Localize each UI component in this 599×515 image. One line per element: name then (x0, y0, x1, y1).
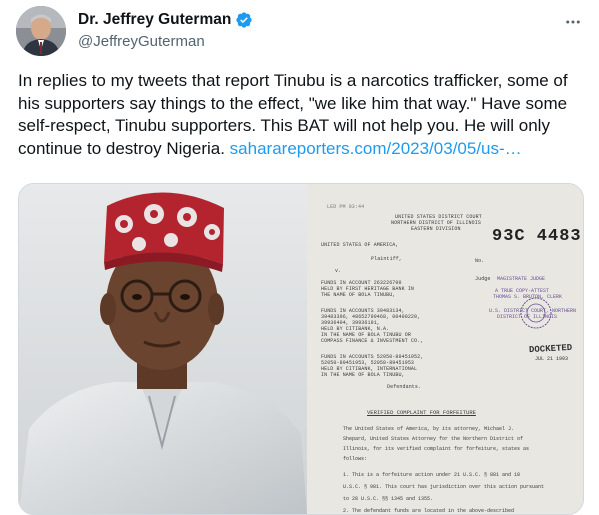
tweet-media[interactable]: LED PM 03:44 UNITED STATES DISTRICT COUR… (18, 183, 584, 515)
tweet-link[interactable]: saharareporters.com/2023/03/05/us-… (230, 139, 522, 158)
doc-no-label: No. (475, 258, 485, 264)
portrait-photo (19, 184, 307, 514)
docketed-stamp: DOCKETED (528, 342, 573, 356)
court-document[interactable]: LED PM 03:44 UNITED STATES DISTRICT COUR… (307, 184, 583, 514)
body-line-6: U.S.C. § 981. This court has jurisdictio… (343, 484, 545, 490)
verified-badge-icon[interactable] (235, 11, 253, 29)
author-handle[interactable]: @JeffreyGuterman (78, 33, 539, 50)
tweet-header: Dr. Jeffrey Guterman @JeffreyGuterman (78, 10, 539, 50)
name-row: Dr. Jeffrey Guterman (78, 10, 539, 30)
more-options-icon (566, 20, 580, 24)
doc-defendants: Defendants. (387, 384, 422, 390)
body-line-1: The United States of America, by its att… (343, 426, 515, 432)
doc-versus: v. (335, 268, 342, 274)
doc-judge-label: Judge (475, 276, 491, 282)
body-line-7: to 28 U.S.C. §§ 1345 and 1355. (343, 496, 434, 502)
author-avatar[interactable] (16, 6, 66, 56)
avatar-portrait (16, 6, 66, 56)
body-line-4: follows: (343, 456, 368, 462)
funds-2-line-6: COMPASS FINANCE & INVESTMENT CO., (321, 338, 424, 344)
author-display-name[interactable]: Dr. Jeffrey Guterman (78, 11, 231, 29)
funds-1-line-3: THE NAME OF BOLA TINUBU, (321, 292, 396, 298)
complaint-title: VERIFIED COMPLAINT FOR FORFEITURE (367, 409, 476, 416)
funds-3-line-4: IN THE NAME OF BOLA TINUBU, (321, 372, 405, 378)
body-line-5: 1. This is a forfeiture action under 21 … (343, 472, 521, 478)
tweet-body: In replies to my tweets that report Tinu… (18, 70, 584, 160)
more-options-button[interactable] (563, 12, 583, 32)
case-number: 93C 4483 (492, 227, 582, 246)
body-line-2: Shepard, United States Attorney for the … (343, 436, 524, 442)
body-line-8: 2. The defendant funds are located in th… (343, 508, 515, 514)
doc-margin-note: LED PM 03:44 (327, 204, 365, 210)
doc-plaintiff-role: Plaintiff, (371, 256, 403, 262)
court-seal-icon (520, 297, 552, 329)
docketed-date: JUL 21 1993 (535, 356, 569, 362)
court-header-3: EASTERN DIVISION (411, 226, 461, 232)
media-photo[interactable] (19, 184, 307, 514)
stamp-line-1: MAGISTRATE JUDGE (497, 276, 546, 282)
body-line-3: Illinois, for its verified complaint for… (343, 446, 530, 452)
doc-plaintiff: UNITED STATES OF AMERICA, (321, 242, 399, 248)
